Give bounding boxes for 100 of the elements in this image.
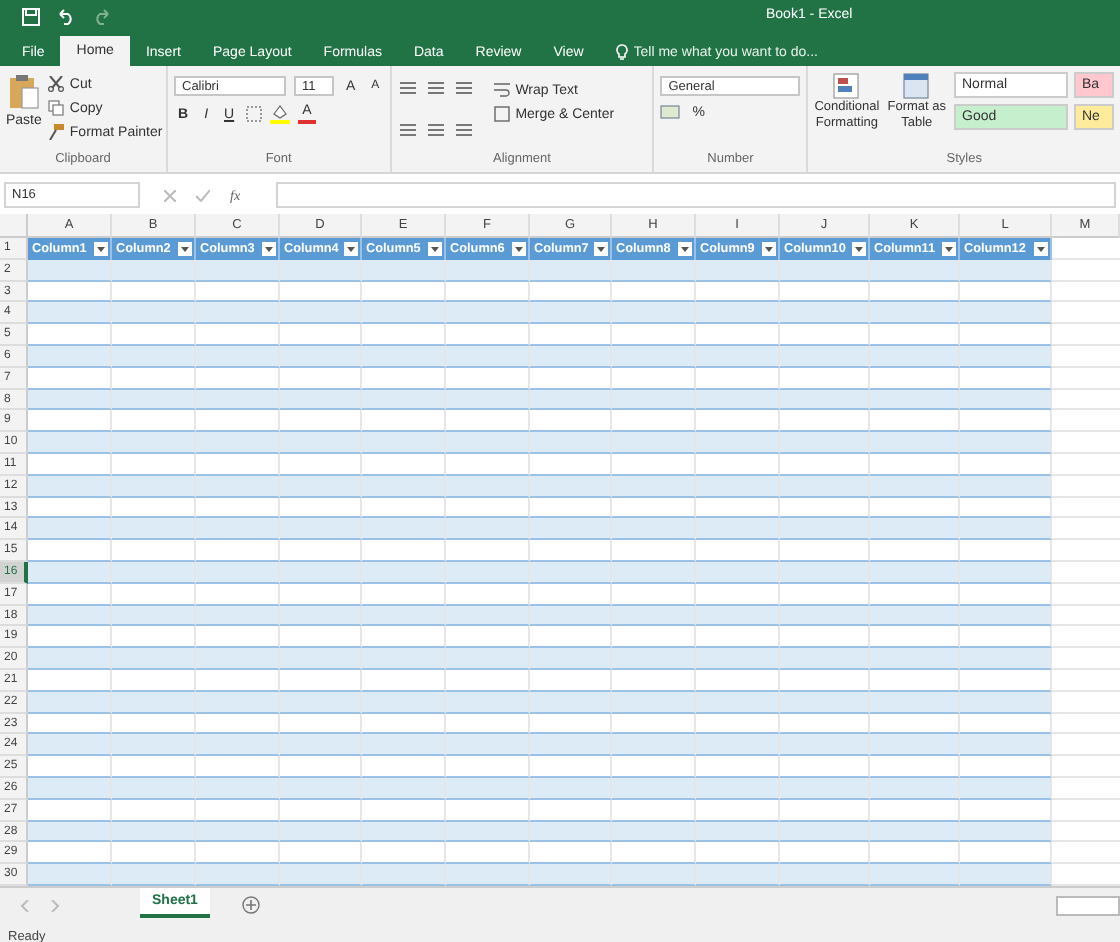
- filter-dropdown-icon[interactable]: [428, 241, 442, 256]
- table-cell: [28, 497, 112, 519]
- filter-dropdown-icon[interactable]: [512, 241, 526, 256]
- formula-field[interactable]: [276, 182, 1116, 208]
- filter-dropdown-icon[interactable]: [678, 241, 692, 256]
- table-cell: [280, 821, 362, 843]
- table-cell: [870, 605, 960, 627]
- filter-dropdown-icon[interactable]: [852, 241, 866, 256]
- filter-dropdown-icon[interactable]: [262, 241, 276, 256]
- table-cell: [612, 799, 696, 822]
- align-icon[interactable]: [425, 122, 446, 138]
- table-cell: [280, 713, 362, 735]
- add-sheet-icon[interactable]: [241, 896, 260, 914]
- align-icon[interactable]: [397, 122, 418, 138]
- table-cell: [530, 367, 612, 390]
- table-cell: [280, 345, 362, 368]
- table-cell: [362, 345, 446, 368]
- filter-dropdown-icon[interactable]: [594, 241, 608, 256]
- table-cell: [870, 756, 960, 778]
- filter-dropdown-icon[interactable]: [344, 241, 358, 256]
- table-cell: [780, 734, 870, 757]
- filter-dropdown-icon[interactable]: [1034, 241, 1048, 256]
- fill-color-icon[interactable]: [270, 104, 291, 124]
- table-cell: [112, 345, 196, 368]
- table-cell: [112, 475, 196, 498]
- table-cell: [960, 626, 1052, 649]
- table-cell: [780, 345, 870, 368]
- align-icon[interactable]: [453, 80, 474, 96]
- filter-dropdown-icon[interactable]: [762, 241, 776, 256]
- table-cell: [362, 561, 446, 584]
- table-cell: [960, 605, 1052, 627]
- check-icon[interactable]: [196, 189, 210, 201]
- borders-icon[interactable]: [246, 106, 263, 122]
- table-cell: [446, 842, 530, 865]
- undo-icon[interactable]: [56, 8, 76, 26]
- table-cell: [362, 734, 446, 757]
- table-cell: [196, 345, 280, 368]
- table-cell: [870, 691, 960, 714]
- table-cell: [196, 842, 280, 865]
- table-cell: [112, 367, 196, 390]
- table-cell: [780, 518, 870, 541]
- table-cell: [530, 691, 612, 714]
- table-cell: [28, 583, 112, 606]
- table-cell: [870, 497, 960, 519]
- table-cell: [28, 540, 112, 562]
- table-cell: [612, 432, 696, 454]
- table-cell: [530, 540, 612, 562]
- table-cell: [696, 669, 780, 692]
- table-cell: [696, 389, 780, 411]
- table-cell: [112, 842, 196, 865]
- table-cell: [612, 410, 696, 433]
- table-cell: [870, 345, 960, 368]
- table-cell: [362, 281, 446, 303]
- table-cell: [870, 713, 960, 735]
- table-cell: [112, 669, 196, 692]
- table-cell: [196, 432, 280, 454]
- align-icon[interactable]: [425, 80, 446, 96]
- table-cell: [612, 777, 696, 800]
- table-cell: [112, 821, 196, 843]
- table-cell: [280, 691, 362, 714]
- table-cell: [870, 367, 960, 390]
- table-cell: [446, 777, 530, 800]
- table-cell: [612, 583, 696, 606]
- table-cell: [780, 648, 870, 670]
- table-cell: [612, 367, 696, 390]
- table-cell: [28, 259, 112, 282]
- table-cell: [870, 583, 960, 606]
- clipboard-icon: [7, 74, 40, 110]
- table-cell: [530, 389, 612, 411]
- table-cell: [960, 756, 1052, 778]
- redo-icon[interactable]: [92, 8, 112, 26]
- table-cell: [530, 410, 612, 433]
- table-cell: [696, 259, 780, 282]
- table-cell: [28, 713, 112, 735]
- table-cell: [112, 302, 196, 325]
- table-cell: [196, 497, 280, 519]
- table-cell: [112, 605, 196, 627]
- table-cell: [196, 777, 280, 800]
- filter-dropdown-icon[interactable]: [178, 241, 192, 256]
- table-cell: [280, 410, 362, 433]
- table-cell: [28, 518, 112, 541]
- table-cell: [960, 821, 1052, 843]
- table-cell: [696, 605, 780, 627]
- currency-icon[interactable]: [660, 104, 681, 120]
- table-cell: [780, 497, 870, 519]
- save-icon[interactable]: [22, 8, 40, 26]
- table-cell: [530, 453, 612, 476]
- table-cell: [530, 497, 612, 519]
- table-cell: [696, 302, 780, 325]
- filter-dropdown-icon[interactable]: [942, 241, 956, 256]
- horizontal-scrollbar[interactable]: [1056, 896, 1120, 916]
- merge-icon: [493, 106, 510, 122]
- align-icon[interactable]: [453, 122, 474, 138]
- table-cell: [960, 497, 1052, 519]
- table-cell: [696, 497, 780, 519]
- table-cell: [870, 821, 960, 843]
- table-cell: [196, 799, 280, 822]
- table-cell: [446, 259, 530, 282]
- align-icon[interactable]: [397, 80, 418, 96]
- filter-dropdown-icon[interactable]: [94, 241, 108, 256]
